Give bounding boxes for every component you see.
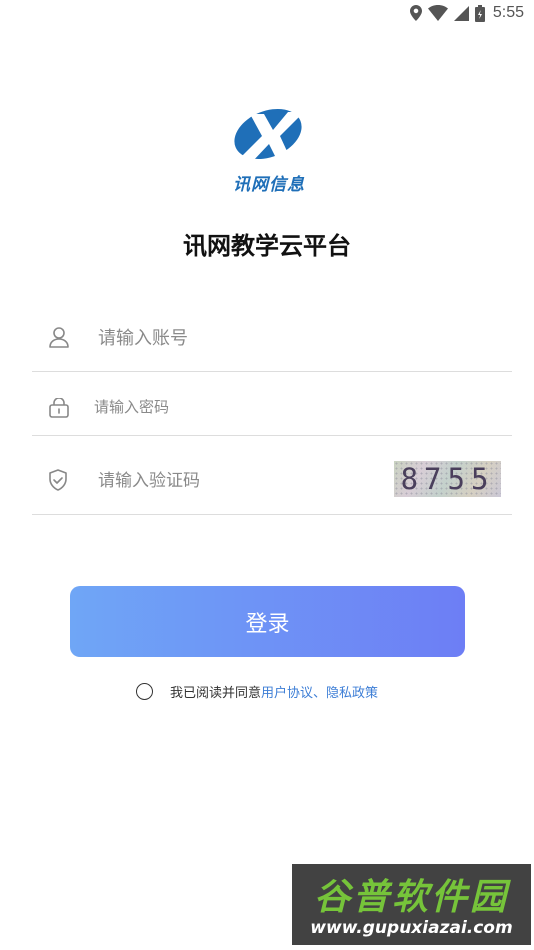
battery-icon — [474, 4, 485, 22]
logo-x-mark — [234, 108, 304, 162]
captcha-code: 8755 — [400, 462, 495, 496]
agreement-link[interactable]: 用户协议、隐私政策 — [261, 682, 378, 701]
password-input[interactable] — [94, 394, 474, 420]
watermark-url: www.gupuxiazai.com — [310, 918, 513, 938]
status-icons: 5:55 — [409, 4, 524, 22]
location-icon — [409, 5, 422, 21]
login-button[interactable]: 登录 — [70, 586, 465, 657]
signal-icon — [453, 5, 469, 21]
shield-check-icon — [48, 469, 68, 495]
app-title: 讯网教学云平台 — [183, 232, 351, 260]
logo-text: 讯网信息 — [233, 175, 305, 195]
password-field — [32, 372, 512, 436]
captcha-image[interactable]: 8755 — [394, 461, 501, 497]
watermark-title: 谷普软件园 — [313, 877, 509, 918]
watermark: 谷普软件园 www.gupuxiazai.com — [292, 864, 531, 945]
status-bar: 5:55 — [0, 0, 534, 30]
agreement-row: 我已阅读并同意 用户协议、隐私政策 — [136, 680, 378, 702]
status-time: 5:55 — [492, 4, 524, 21]
agreement-radio[interactable] — [136, 682, 153, 700]
wifi-icon — [427, 5, 448, 21]
account-input[interactable] — [98, 324, 478, 352]
lock-icon — [48, 397, 70, 422]
captcha-input[interactable] — [98, 467, 378, 495]
agreement-text: 我已阅读并同意 — [170, 685, 262, 701]
account-field — [32, 304, 512, 372]
captcha-field: 8755 — [32, 436, 512, 515]
user-icon — [48, 326, 70, 352]
